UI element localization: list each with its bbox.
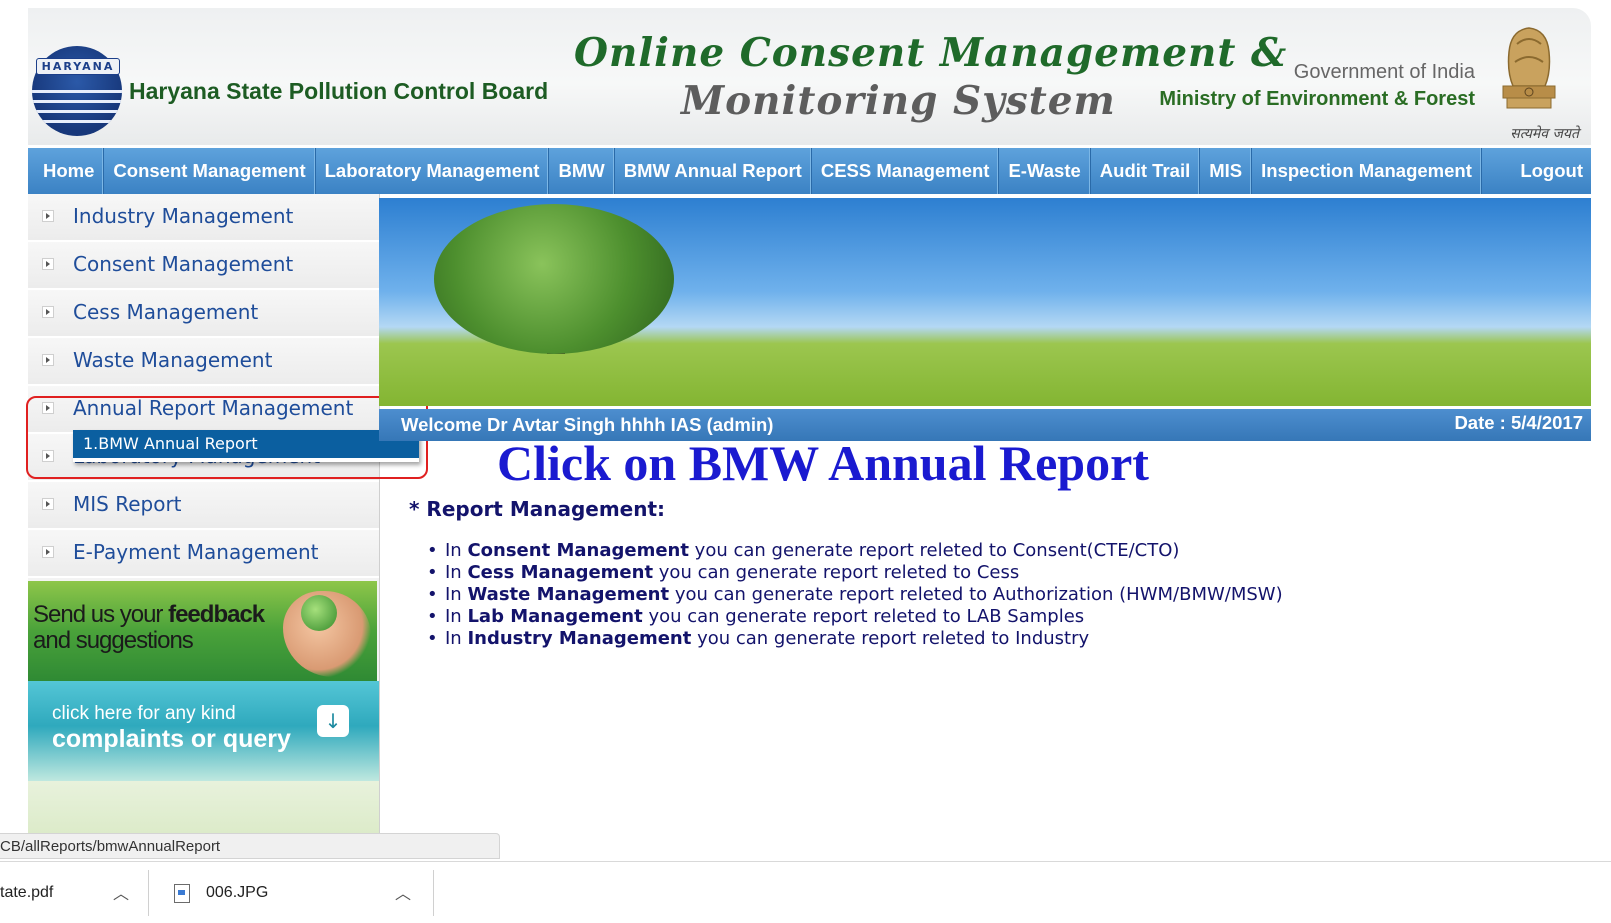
report-management-heading: * Report Management: — [409, 497, 666, 521]
sidebar-item-e-payment-management[interactable]: E-Payment Management — [28, 530, 379, 578]
complaint-line1: click here for any kind — [52, 703, 236, 724]
download-item[interactable]: 006.JPG ︿ — [149, 862, 433, 923]
sidebar-item-label: E-Payment Management — [73, 540, 319, 564]
nav-inspection-management[interactable]: Inspection Management — [1252, 148, 1482, 194]
sidebar-item-waste-management[interactable]: Waste Management — [28, 338, 379, 386]
feedback-banner[interactable]: Send us your feedback and suggestions — [28, 581, 377, 681]
complaint-line2: complaints or query — [52, 725, 291, 753]
nav-audit-trail[interactable]: Audit Trail — [1091, 148, 1201, 194]
hero-banner-image — [379, 198, 1591, 406]
sidebar-item-label: Cess Management — [73, 300, 259, 324]
download-arrow-icon: ↓ — [317, 705, 349, 737]
government-label: Government of India — [1293, 61, 1475, 83]
status-bar-url: CB/allReports/bmwAnnualReport — [0, 833, 500, 859]
national-emblem-icon — [1502, 27, 1556, 109]
nav-laboratory-management[interactable]: Laboratory Management — [316, 148, 550, 194]
nav-mis[interactable]: MIS — [1200, 148, 1253, 194]
list-item: In Cess Management you can generate repo… — [425, 562, 1283, 584]
arrow-right-icon — [42, 546, 54, 558]
feedback-line2: and suggestions — [33, 627, 194, 654]
sidebar-item-cess-management[interactable]: Cess Management — [28, 290, 379, 338]
sidebar-item-label: MIS Report — [73, 492, 182, 516]
sidebar-item-industry-management[interactable]: Industry Management — [28, 194, 379, 242]
nav-logout[interactable]: Logout — [1482, 148, 1591, 194]
list-item: In Waste Management you can generate rep… — [425, 584, 1283, 606]
arrow-right-icon — [42, 258, 54, 270]
arrow-right-icon — [42, 210, 54, 222]
download-filename: 006.JPG — [206, 884, 269, 901]
date-text: Date : 5/4/2017 — [1454, 412, 1583, 433]
download-shelf: tate.pdf ︿ 006.JPG ︿ — [0, 861, 1611, 923]
list-item: In Consent Management you can generate r… — [425, 540, 1283, 562]
list-item: In Lab Management you can generate repor… — [425, 606, 1283, 628]
chevron-up-icon[interactable]: ︿ — [395, 880, 411, 904]
download-item[interactable]: tate.pdf ︿ — [0, 862, 148, 923]
sidebar-item-label: Consent Management — [73, 252, 294, 276]
emblem-caption: सत्यमेव जयते — [1510, 126, 1579, 142]
list-item: In Industry Management you can generate … — [425, 628, 1283, 650]
ministry-label: Ministry of Environment & Forest — [1159, 88, 1475, 110]
chevron-up-icon[interactable]: ︿ — [113, 880, 129, 904]
nav-bmw[interactable]: BMW — [549, 148, 615, 194]
report-management-list: In Consent Management you can generate r… — [425, 540, 1283, 650]
annotation-highlight-box — [26, 396, 428, 479]
site-title-line1: Online Consent Management & — [574, 30, 1288, 76]
arrow-right-icon — [42, 498, 54, 510]
site-header: HARYANA Haryana State Pollution Control … — [28, 8, 1591, 145]
nav-cess-management[interactable]: CESS Management — [812, 148, 1000, 194]
logo-tag: HARYANA — [36, 58, 120, 75]
sidebar-item-mis-report[interactable]: MIS Report — [28, 482, 379, 530]
main-navbar: Home Consent Management Laboratory Manag… — [28, 148, 1591, 194]
nav-home[interactable]: Home — [28, 148, 105, 194]
sidebar-item-label: Waste Management — [73, 348, 273, 372]
tree-icon — [434, 204, 674, 354]
sidebar-bottom-panel — [28, 781, 379, 834]
instruction-annotation: Click on BMW Annual Report — [497, 435, 1149, 491]
sidebar-item-label: Industry Management — [73, 204, 294, 228]
nav-bmw-annual-report[interactable]: BMW Annual Report — [615, 148, 812, 194]
download-divider — [433, 870, 434, 916]
sidebar-item-consent-management[interactable]: Consent Management — [28, 242, 379, 290]
image-file-icon — [174, 884, 190, 903]
arrow-right-icon — [42, 354, 54, 366]
org-name: Haryana State Pollution Control Board — [129, 78, 549, 104]
nav-e-waste[interactable]: E-Waste — [999, 148, 1091, 194]
globe-icon — [301, 595, 337, 631]
feedback-line1: Send us your feedback — [33, 601, 265, 628]
complaint-banner[interactable]: click here for any kind complaints or qu… — [28, 681, 379, 781]
download-filename: tate.pdf — [0, 884, 54, 901]
nav-consent-management[interactable]: Consent Management — [104, 148, 316, 194]
arrow-right-icon — [42, 306, 54, 318]
site-title-line2: Monitoring System — [681, 78, 1116, 124]
